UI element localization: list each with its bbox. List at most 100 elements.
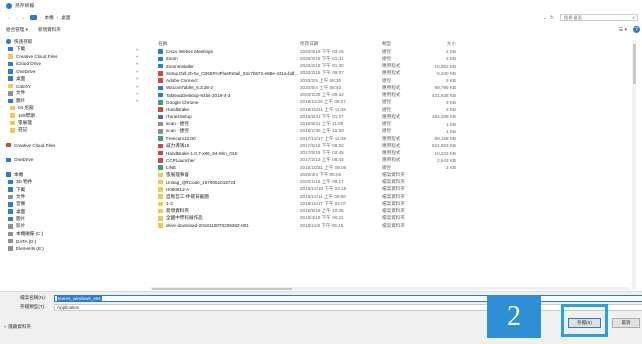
filename-input[interactable]: teams_windows_x64 [54,294,642,302]
new-folder-button[interactable]: 新增資料夾 [38,27,61,33]
file-row[interactable]: 威力導演16 2017/6/16 下午 06:02 應用程式 624,903 KB [150,142,642,149]
nav-item[interactable]: OneDrive ⌖ [0,68,148,75]
nav-item[interactable]: 影片 [0,223,148,230]
file-row[interactable]: 張展理事會 2020/3/4 下午 05:00 檔案資料夾 [150,171,642,178]
nav-item[interactable]: iCloud Drive ⌖ [0,60,148,67]
file-row[interactable]: 1-3 2019/10/17 下午 04:07 檔案資料夾 [150,200,642,207]
nav-item[interactable]: 109學期 [0,112,148,119]
file-row[interactable]: WacomTablet_6.3.38-2 2020/5/4 上午 08:40 應用程… [150,84,642,91]
dropdown-chevron-icon[interactable]: ⌄ [543,15,547,21]
file-row[interactable]: drive-download-20181108T020936Z-001 2018/… [150,222,642,229]
file-row[interactable]: Setup.Def.zh-tw_O365ProPlusRetail_04c7b5… [150,70,642,77]
nav-item-label: CatchY [16,83,32,89]
nav-item[interactable]: 圖片 [0,215,148,222]
search-input[interactable]: 搜尋 桌面 ⌕ [560,14,638,21]
nav-item[interactable]: CatchY ⌖ [0,82,148,89]
file-row[interactable]: HandBrake 2019/10/21 上午 11:46 捷徑 2 KB [150,106,642,113]
cancel-button[interactable]: 取消 [612,318,640,328]
cloud-icon [6,142,11,148]
file-row[interactable]: Google Chrome 2019/11/20 上午 09:27 捷徑 3 KB [150,99,642,106]
file-row[interactable]: Cisco Webex Meetings 2020/3/18 下午 03:15 捷徑… [150,48,642,55]
vertical-scrollbar[interactable] [632,40,636,290]
file-row[interactable]: CCPLauncher 2017/2/13 上午 08:44 應用程式 2,643 K… [150,157,642,164]
file-type: 檔案資料夾 [382,215,405,221]
column-header-name[interactable]: 名稱 [150,41,298,47]
hide-folders-toggle[interactable]: ^ 隱藏資料夾 [4,323,31,331]
nav-item[interactable]: 文件 [0,193,148,200]
nav-item[interactable]: 文件 ⌖ [0,90,148,97]
folder-icon [10,105,15,111]
column-header-size[interactable]: 大小 [424,41,460,47]
nav-item[interactable]: 下載 ⌖ [0,45,148,52]
file-row[interactable]: Zoom 2020/3/18 下午 01:31 捷徑 2 KB [150,55,642,62]
horizontal-scrollbar[interactable] [150,287,630,290]
file-row[interactable]: scan - 捷徑 2019/5/31 上午 11:06 捷徑 1 KB [150,121,642,128]
nav-item[interactable]: 04.尼龍 [0,105,148,112]
nav-item[interactable]: OneDrive [0,156,148,163]
file-row[interactable]: HandBrake-1.0.7-x86_64-Win_GUI 2017/5/18 … [150,150,642,157]
file-row[interactable]: LINE 2016/10/21 上午 08:06 捷徑 2 KB [150,164,642,171]
save-button[interactable]: 存檔(S) [568,318,601,328]
nav-item[interactable]: Elements (E:) [0,245,148,252]
computer-icon [6,172,11,177]
scrollbar-thumb[interactable] [632,44,636,84]
chevron-down-icon[interactable]: ⌄ [20,14,27,21]
nav-item[interactable]: 下載 [0,186,148,193]
nav-item[interactable]: 桌面 [0,208,148,215]
file-size: 1 KB [446,128,456,134]
file-row[interactable]: ZoomInstaller 2020/3/18 下午 01:30 應用程式 10,95… [150,63,642,70]
scrollbar-thumb[interactable] [152,287,292,290]
breadcrumb-item[interactable]: 桌面 [61,15,70,21]
file-type: 捷徑 [382,164,392,170]
file-row[interactable]: 自製互工-件碳背截圖 2019/12/11 上午 09:50 檔案資料夾 [150,193,642,200]
search-icon: ⌕ [632,15,635,21]
nav-item[interactable]: 圖片 ⌖ [0,97,148,104]
nav-item[interactable]: 週記 [0,127,148,134]
file-date: 2020/5/4 上午 08:40 [300,84,342,90]
file-row[interactable]: iTunesSetup 2019/5/31 下午 01:27 應用程式 282,409… [150,113,642,120]
drive-icon [8,231,13,237]
file-date: 2019/11/20 上午 09:27 [300,99,346,105]
file-row[interactable]: Adobe Connect 2020/2/5 上午 08:30 捷徑 2 KB [150,77,642,84]
chevron-up-icon: ^ [4,324,7,330]
nav-item[interactable]: 本機 [0,171,148,178]
column-header-date[interactable]: 修改日期 [298,41,382,47]
organize-button[interactable]: 組合管理 ▾ [6,27,28,33]
help-icon[interactable]: ? [633,26,640,33]
nav-item[interactable]: 3D 物件 [0,178,148,185]
column-header-type[interactable]: 類型 [382,41,424,47]
nav-item[interactable]: 音樂 [0,201,148,208]
nav-item[interactable]: Creative Cloud Files ⌖ [0,53,148,60]
breadcrumb[interactable]: › 本機 › 桌面 [30,13,70,22]
file-row[interactable]: H080812-A 2019/12/18 下午 03:15 檔案資料夾 [150,186,642,193]
file-size: 89,168 KB [434,136,456,142]
file-row[interactable]: Freecam12.00 2017/12/17 上午 11:48 應用程式 89,16… [150,135,642,142]
file-icon [158,150,163,156]
nav-item[interactable]: DATA (D:) [0,238,148,245]
file-row[interactable]: 新增資料夾 2019/9/15 上午 10:25 檔案資料夾 [150,208,642,215]
refresh-icon[interactable]: ↻ [550,15,554,21]
folder-icon [158,172,163,178]
file-icon [158,129,163,134]
back-arrow-icon[interactable]: ← [6,14,13,21]
nav-item-label: 圖片 [16,216,26,222]
file-row[interactable]: scan - 捷徑 2019/1/30 上午 10:59 捷徑 1 KB [150,128,642,135]
file-row[interactable]: TableauDesktop-64bit-2019-4-3 2020/2/25 上… [150,92,642,99]
forward-arrow-icon[interactable]: → [13,14,20,21]
breadcrumb-item[interactable]: 本機 [45,15,54,21]
file-row[interactable]: Unitag_QRCode_1579051018723 2020/1/15 上午 … [150,179,642,186]
music-icon [8,202,13,207]
nav-item[interactable]: 本機磁碟 (C:) [0,230,148,237]
nav-item[interactable]: 快速存取 [0,38,148,45]
file-date: 2019/9/15 上午 10:25 [300,208,344,214]
address-bar: ← → ⌄ ↑ › 本機 › 桌面 ⌄ ↻ 搜尋 桌面 ⌕ [0,13,642,22]
nav-item[interactable]: 張展理 [0,119,148,126]
folder-icon [158,187,163,192]
view-options-icon[interactable]: ☰ ▾ [619,27,627,33]
nav-item[interactable]: Creative Cloud Files [0,141,148,148]
nav-item[interactable]: 桌面 ⌖ [0,75,148,82]
filetype-select[interactable]: Application [54,303,642,311]
cloud-icon [8,61,13,67]
nav-item-label: Creative Cloud Files [16,53,58,59]
file-row[interactable]: 全國中學科展作品 2019/4/18 下午 06:21 檔案資料夾 [150,215,642,222]
